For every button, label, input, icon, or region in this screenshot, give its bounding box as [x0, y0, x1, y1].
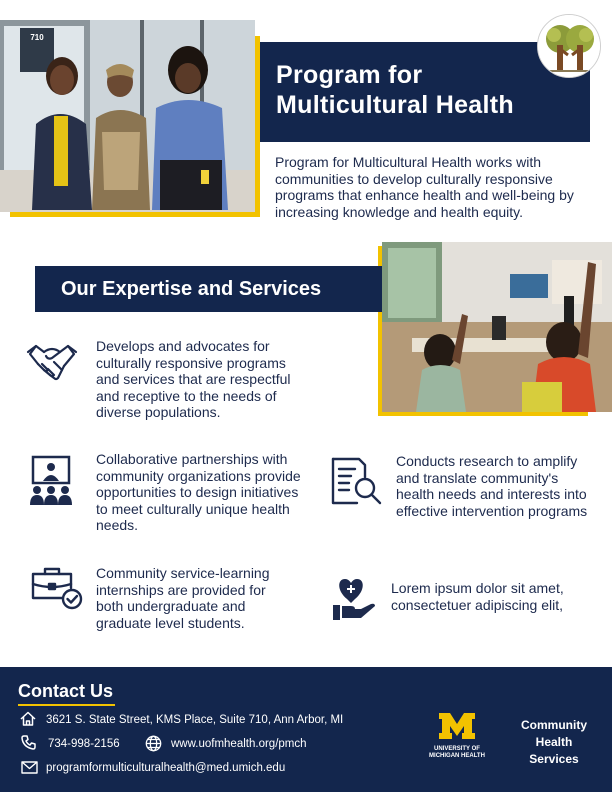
heading-underline [18, 704, 115, 706]
staff-photo: 710 [0, 20, 255, 212]
contact-address: 3621 S. State Street, KMS Place, Suite 7… [46, 714, 344, 726]
service-text: Develops and advocates for culturally re… [96, 338, 291, 420]
service-text: Collaborative partnerships with communit… [96, 451, 301, 533]
department-line: Health [535, 735, 573, 749]
department-name: Community Health Services [516, 717, 592, 768]
university-line: MICHIGAN HEALTH [429, 753, 485, 759]
phone-icon [21, 735, 36, 755]
heart-in-hand-icon [331, 575, 377, 628]
contact-heading: Contact Us [18, 681, 114, 701]
contact-website[interactable]: www.uofmhealth.org/pmch [171, 737, 307, 751]
department-line: Community [521, 718, 587, 732]
research-document-icon [329, 457, 383, 512]
contact-email[interactable]: programformulticulturalhealth@med.umich.… [46, 761, 285, 775]
title-line: Program for [276, 61, 423, 89]
accent-bar [10, 212, 260, 217]
block-m-logo [439, 713, 475, 739]
service-text: Conducts research to amplify and transla… [396, 453, 588, 519]
service-text: Lorem ipsum dolor sit amet, consectetuer… [391, 580, 564, 613]
contact-footer: Contact Us 3621 S. State Street, KMS Pla… [0, 667, 612, 792]
university-line: UNIVERSITY OF [434, 746, 480, 752]
home-icon [20, 711, 36, 731]
door-sign-number: 710 [30, 33, 44, 42]
globe-icon [145, 735, 162, 757]
contact-phone[interactable]: 734-998-2156 [48, 737, 120, 751]
handshake-icon [26, 340, 78, 387]
title-line: Multicultural Health [276, 91, 514, 119]
mail-icon [21, 761, 38, 779]
expertise-banner: Our Expertise and Services [35, 266, 382, 312]
classroom-photo [382, 242, 612, 412]
briefcase-check-icon [31, 566, 83, 615]
service-text: Community service-learning internships a… [96, 565, 270, 631]
section-heading: Our Expertise and Services [61, 278, 322, 300]
university-logo: UNIVERSITY OF MICHIGAN HEALTH [420, 711, 494, 760]
presentation-audience-icon [27, 455, 75, 512]
page-title: Program for Multicultural Health [276, 60, 576, 120]
department-line: Services [529, 752, 579, 766]
tree-logo [537, 14, 601, 78]
intro-paragraph: Program for Multicultural Health works w… [275, 154, 574, 220]
